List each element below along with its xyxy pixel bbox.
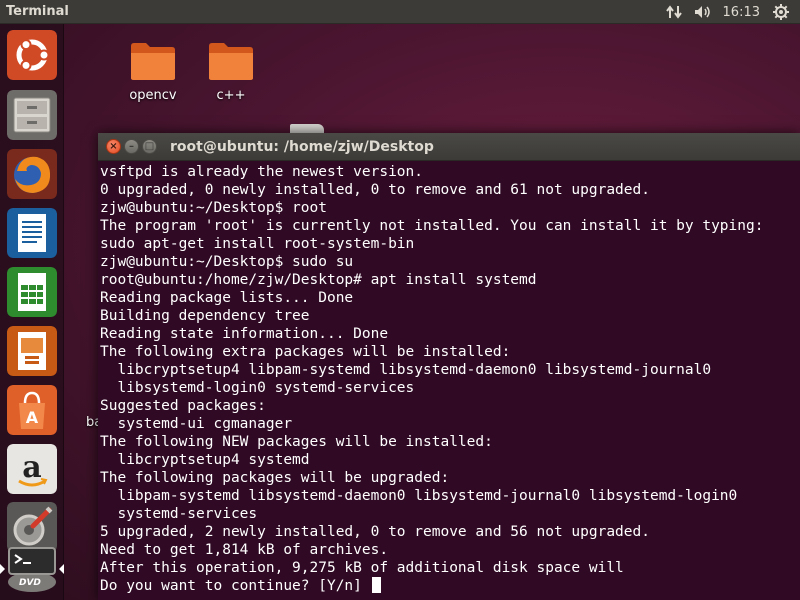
settings-gear-icon[interactable] bbox=[772, 3, 790, 21]
terminal-prompt-line[interactable]: Do you want to continue? [Y/n] bbox=[100, 577, 800, 595]
impress-icon[interactable] bbox=[7, 326, 57, 376]
files-icon[interactable] bbox=[7, 90, 57, 140]
terminal-line: zjw@ubuntu:~/Desktop$ root bbox=[100, 200, 327, 216]
close-button[interactable]: × bbox=[106, 139, 121, 154]
active-app-title: Terminal bbox=[6, 4, 69, 19]
volume-icon[interactable] bbox=[693, 4, 713, 20]
terminal-line: 0 upgraded, 0 newly installed, 0 to remo… bbox=[100, 182, 650, 198]
terminal-line: libcryptsetup4 libpam-systemd libsystemd… bbox=[100, 362, 712, 378]
terminal-window[interactable]: × – □ root@ubuntu: /home/zjw/Desktop vsf… bbox=[98, 133, 800, 600]
active-app-arrow-icon bbox=[0, 564, 5, 574]
terminal-line: libsystemd-login0 systemd-services bbox=[100, 380, 415, 396]
svg-text:A: A bbox=[26, 408, 39, 427]
maximize-button[interactable]: □ bbox=[142, 139, 157, 154]
network-arrows-icon[interactable] bbox=[665, 4, 683, 20]
minimize-button[interactable]: – bbox=[124, 139, 139, 154]
folder-icon bbox=[209, 43, 253, 80]
terminal-line: The program 'root' is currently not inst… bbox=[100, 218, 764, 234]
terminal-line: The following NEW packages will be insta… bbox=[100, 434, 493, 450]
terminal-output[interactable]: vsftpd is already the newest version. 0 u… bbox=[98, 161, 800, 595]
calc-icon[interactable] bbox=[7, 267, 57, 317]
software-center-icon[interactable]: A bbox=[7, 385, 57, 435]
ubuntu-dash-icon[interactable] bbox=[7, 30, 57, 80]
prompt-text: Do you want to continue? [Y/n] bbox=[100, 578, 371, 594]
launcher: A a DVD bbox=[0, 24, 64, 600]
dvd-label: DVD bbox=[19, 578, 41, 588]
terminal-line: The following packages will be upgraded: bbox=[100, 470, 450, 486]
terminal-line: Need to get 1,814 kB of archives. bbox=[100, 542, 389, 558]
terminal-titlebar[interactable]: × – □ root@ubuntu: /home/zjw/Desktop bbox=[98, 133, 800, 161]
svg-text:a: a bbox=[22, 450, 41, 485]
desktop-folder-opencv[interactable]: opencv bbox=[118, 40, 188, 103]
terminal-line: libcryptsetup4 systemd bbox=[100, 452, 310, 468]
terminal-line: Building dependency tree bbox=[100, 308, 310, 324]
terminal-title: root@ubuntu: /home/zjw/Desktop bbox=[170, 139, 434, 155]
terminal-line: sudo apt-get install root-system-bin bbox=[100, 236, 415, 252]
terminal-line: systemd-ui cgmanager bbox=[100, 416, 293, 432]
folder-icon bbox=[131, 43, 175, 80]
terminal-line: systemd-services bbox=[100, 506, 258, 522]
firefox-icon[interactable] bbox=[7, 149, 57, 199]
terminal-line: 5 upgraded, 2 newly installed, 0 to remo… bbox=[100, 524, 650, 540]
clock[interactable]: 16:13 bbox=[723, 5, 760, 20]
writer-icon[interactable] bbox=[7, 208, 57, 258]
text-cursor bbox=[371, 577, 381, 593]
terminal-line: Reading state information... Done bbox=[100, 326, 389, 342]
terminal-line: root@ubuntu:/home/zjw/Desktop# apt insta… bbox=[100, 272, 537, 288]
terminal-line: Reading package lists... Done bbox=[100, 290, 354, 306]
terminal-line: libpam-systemd libsystemd-daemon0 libsys… bbox=[100, 488, 738, 504]
terminal-icon[interactable]: DVD bbox=[3, 544, 61, 594]
terminal-line: vsftpd is already the newest version. bbox=[100, 164, 424, 180]
desktop-folder-label: c++ bbox=[216, 88, 246, 103]
indicator-area: 16:13 bbox=[665, 0, 800, 24]
top-panel: Terminal 16:13 bbox=[0, 0, 800, 24]
terminal-line: Suggested packages: bbox=[100, 398, 266, 414]
amazon-icon[interactable]: a bbox=[7, 444, 57, 494]
terminal-line: zjw@ubuntu:~/Desktop$ sudo su bbox=[100, 254, 354, 270]
desktop-folder-label: opencv bbox=[129, 88, 177, 103]
terminal-line: After this operation, 9,275 kB of additi… bbox=[100, 560, 624, 576]
focused-app-arrow-icon bbox=[59, 564, 64, 574]
desktop-folder-cpp[interactable]: c++ bbox=[196, 40, 266, 103]
terminal-line: The following extra packages will be ins… bbox=[100, 344, 511, 360]
